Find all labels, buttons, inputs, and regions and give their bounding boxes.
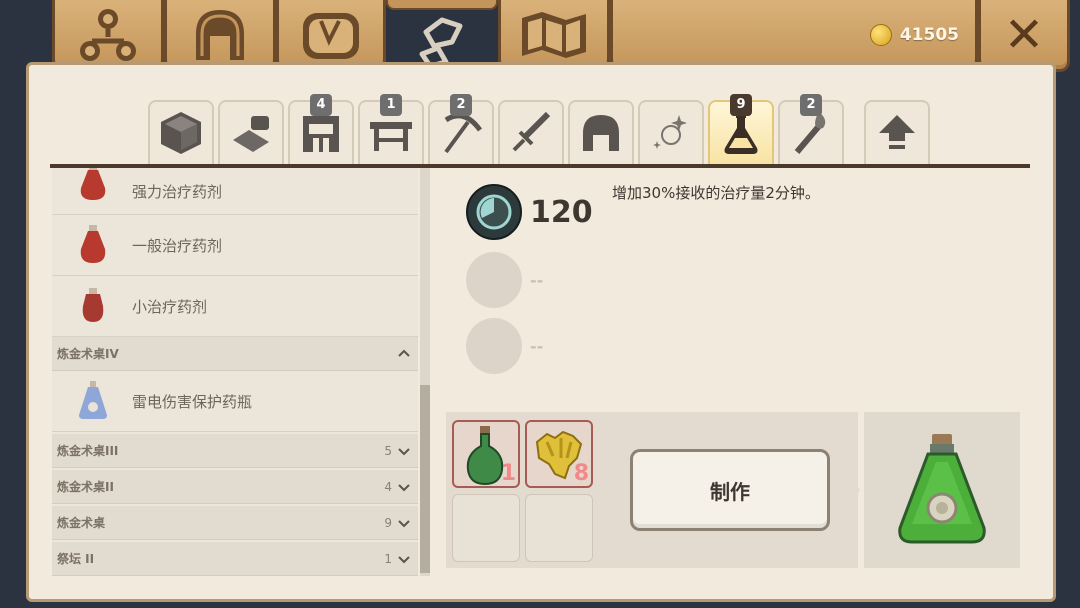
close-icon: ✕ bbox=[1003, 6, 1045, 63]
empty-stat-icon bbox=[466, 252, 522, 308]
furnace-icon bbox=[303, 116, 339, 152]
red-potion-icon bbox=[80, 225, 106, 263]
result-item bbox=[864, 412, 1020, 568]
tab-category-accessories[interactable] bbox=[638, 100, 704, 164]
red-potion-icon bbox=[82, 288, 104, 322]
pickaxe-icon bbox=[444, 113, 483, 154]
tab-category-furnace[interactable]: 4 bbox=[288, 94, 354, 164]
potion-flask-icon bbox=[724, 112, 758, 154]
count-badge: 9 bbox=[730, 94, 752, 116]
item-label: 一般治疗药剂 bbox=[132, 236, 223, 255]
map-icon bbox=[522, 11, 586, 58]
empty-stat-value: -- bbox=[530, 270, 544, 290]
section-count: 9 bbox=[384, 515, 392, 530]
section-name: 炼金术桌II bbox=[57, 480, 114, 494]
chevron-down-icon bbox=[398, 447, 410, 455]
list-scrollbar-thumb[interactable] bbox=[420, 385, 430, 573]
timer-icon bbox=[466, 184, 522, 240]
empty-stat-icon bbox=[466, 318, 522, 374]
tab-category-blocks[interactable] bbox=[148, 100, 214, 164]
upgrade-arrow-icon bbox=[879, 115, 915, 149]
chevron-up-icon bbox=[398, 349, 410, 357]
torch-icon bbox=[794, 112, 826, 154]
section-header[interactable]: 祭坛 II 1 bbox=[52, 542, 418, 576]
section-name: 炼金术桌 bbox=[57, 516, 106, 530]
ingredient-qty: 1 bbox=[500, 461, 516, 486]
tab-category-lighting[interactable]: 2 bbox=[778, 94, 844, 164]
tab-category-armor[interactable] bbox=[568, 100, 634, 164]
count-badge: 2 bbox=[800, 94, 822, 116]
item-label: 强力治疗药剂 bbox=[132, 182, 223, 201]
section-count: 5 bbox=[384, 443, 392, 458]
green-potion-icon bbox=[898, 434, 986, 544]
count-badge: 1 bbox=[380, 94, 402, 116]
sword-icon bbox=[512, 111, 551, 152]
coin-icon bbox=[869, 23, 892, 46]
tab-category-upgrade[interactable] bbox=[864, 100, 930, 164]
ingredient-slot[interactable]: 1 bbox=[452, 420, 520, 488]
list-item[interactable]: 雷电伤害保护药瓶 bbox=[52, 371, 418, 432]
chevron-down-icon bbox=[398, 483, 410, 491]
tab-category-tools[interactable]: 2 bbox=[428, 94, 494, 164]
empty-stat: -- bbox=[466, 318, 543, 374]
section-name: 炼金术桌III bbox=[57, 444, 119, 458]
workbench-icon bbox=[370, 122, 412, 151]
section-count: 4 bbox=[384, 479, 392, 494]
recipe-list[interactable]: 强力治疗药剂 一般治疗药剂 小治疗药剂 炼金术桌IV 雷电伤害保护药瓶 炼金术桌… bbox=[52, 168, 418, 576]
cube-icon bbox=[161, 112, 201, 154]
list-item[interactable]: 小治疗药剂 bbox=[52, 276, 418, 337]
section-header[interactable]: 炼金术桌 9 bbox=[52, 506, 418, 540]
bag-icon bbox=[303, 12, 359, 59]
tab-category-potions[interactable]: 9 bbox=[708, 94, 774, 164]
helmet-icon bbox=[196, 9, 244, 60]
chevron-down-icon bbox=[398, 555, 410, 563]
duration-value: 120 bbox=[530, 194, 593, 230]
ingredient-slot-empty[interactable] bbox=[452, 494, 520, 562]
red-potion-icon bbox=[80, 168, 106, 200]
chevron-down-icon bbox=[398, 519, 410, 527]
section-header[interactable]: 炼金术桌II 4 bbox=[52, 470, 418, 504]
duration-stat: 120 bbox=[466, 184, 593, 240]
helmet-icon bbox=[583, 115, 619, 151]
empty-stat-value: -- bbox=[530, 336, 544, 356]
ingredient-slot[interactable]: 8 bbox=[525, 420, 593, 488]
tab-category-workbench[interactable]: 1 bbox=[358, 94, 424, 164]
section-name: 祭坛 II bbox=[57, 552, 95, 566]
empty-stat: -- bbox=[466, 252, 543, 308]
count-badge: 4 bbox=[310, 94, 332, 116]
item-label: 雷电伤害保护药瓶 bbox=[132, 392, 253, 411]
section-count: 1 bbox=[384, 551, 392, 566]
ingredient-slot-empty[interactable] bbox=[525, 494, 593, 562]
materials-icon bbox=[233, 116, 269, 152]
tab-category-materials[interactable] bbox=[218, 100, 284, 164]
count-badge: 2 bbox=[450, 94, 472, 116]
effect-description: 增加30%接收的治疗量2分钟。 bbox=[612, 184, 820, 202]
list-item[interactable]: 一般治疗药剂 bbox=[52, 215, 418, 276]
section-name: 炼金术桌IV bbox=[57, 347, 119, 361]
blue-potion-icon bbox=[79, 381, 107, 419]
section-header-open[interactable]: 炼金术桌IV bbox=[52, 337, 418, 371]
molecule-icon bbox=[80, 8, 136, 61]
sparkle-icon bbox=[653, 115, 687, 149]
list-item[interactable]: 强力治疗药剂 bbox=[52, 168, 418, 215]
tab-category-weapons[interactable] bbox=[498, 100, 564, 164]
craft-button[interactable]: 制作 bbox=[630, 449, 830, 531]
section-header[interactable]: 炼金术桌III 5 bbox=[52, 434, 418, 468]
ingredient-qty: 8 bbox=[573, 461, 589, 486]
item-label: 小治疗药剂 bbox=[132, 297, 208, 316]
coin-count: 41505 bbox=[899, 24, 959, 45]
